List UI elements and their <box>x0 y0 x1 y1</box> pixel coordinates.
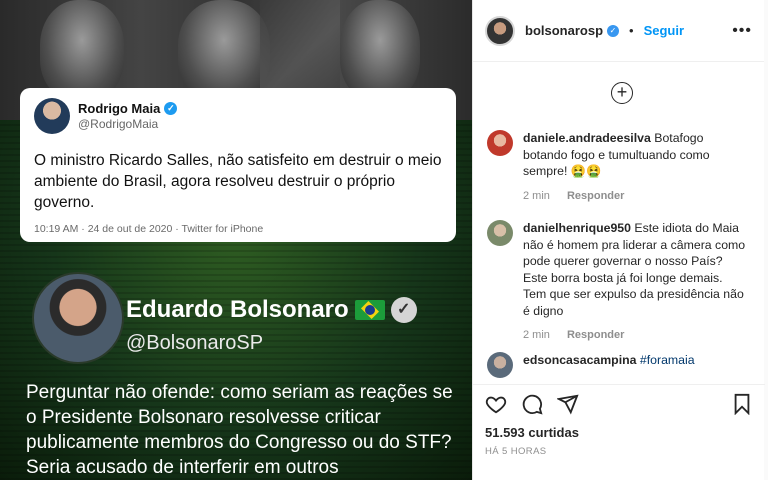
tweet-avatar <box>34 98 70 134</box>
username-link[interactable]: bolsonarosp <box>525 23 603 38</box>
more-options-icon[interactable]: ••• <box>732 22 752 40</box>
comment: daniele.andradeesilva Botafogo botando f… <box>487 130 749 202</box>
face-photo <box>178 0 270 100</box>
tweet-handle: @RodrigoMaia <box>78 117 159 131</box>
comment-time: 2 min <box>523 189 550 202</box>
second-tweet-author-name: Eduardo Bolsonaro <box>126 296 349 323</box>
tweet-text: O ministro Ricardo Salles, não satisfeit… <box>34 152 442 211</box>
tweet-author-name: Rodrigo Maia <box>78 101 161 116</box>
tweet-meta: 10:19 AM · 24 de out de 2020 · Twitter f… <box>34 223 264 235</box>
likes-count[interactable]: 51.593 curtidas <box>485 425 753 440</box>
face-photo <box>340 0 420 100</box>
load-more-comments-icon[interactable]: + <box>611 82 633 104</box>
tweet-author: Rodrigo Maia ✓ <box>78 101 178 116</box>
comment-meta: 2 min Responder <box>523 329 749 341</box>
post-timestamp[interactable]: HÁ 5 HORAS <box>485 446 753 457</box>
comment-text: Este idiota do Maia não é homem pra lide… <box>523 221 746 318</box>
post-sidebar: bolsonarosp ✓ • Seguir ••• + daniele.and… <box>472 0 765 480</box>
verified-icon: ✓ <box>390 297 417 323</box>
comment-icon[interactable] <box>521 393 543 415</box>
hashtag-link[interactable]: #foramaia <box>640 353 695 367</box>
follow-button[interactable]: Seguir <box>644 23 684 38</box>
post-image[interactable]: Rodrigo Maia ✓ @RodrigoMaia O ministro R… <box>0 0 472 480</box>
post-header: bolsonarosp ✓ • Seguir ••• <box>473 0 764 62</box>
second-tweet-text: Perguntar não ofende: como seriam as rea… <box>26 382 453 478</box>
verified-icon: ✓ <box>164 102 178 115</box>
comment-username[interactable]: danielhenrique950 <box>523 221 631 235</box>
share-icon[interactable] <box>557 393 579 415</box>
avatar[interactable] <box>485 15 515 46</box>
comment-body: danielhenrique950 Este idiota do Maia nã… <box>523 220 749 319</box>
comment: edsoncasacampina #foramaia <box>487 352 749 378</box>
heart-icon[interactable] <box>485 393 507 415</box>
bookmark-icon[interactable] <box>731 393 753 415</box>
reply-button[interactable]: Responder <box>567 190 624 202</box>
comment: danielhenrique950 Este idiota do Maia nã… <box>487 220 749 341</box>
verified-icon: ✓ <box>607 24 620 37</box>
second-tweet-author: Eduardo Bolsonaro ✓ <box>126 296 417 324</box>
comment-username[interactable]: daniele.andradeesilva <box>523 131 651 145</box>
avatar[interactable] <box>487 130 513 156</box>
comment-body: edsoncasacampina #foramaia <box>523 352 695 369</box>
action-bar <box>485 393 753 415</box>
comment-username[interactable]: edsoncasacampina <box>523 353 636 367</box>
tweet-header: Rodrigo Maia ✓ @RodrigoMaia <box>34 98 442 134</box>
avatar[interactable] <box>487 352 513 378</box>
face-photo <box>40 0 124 100</box>
tweet-card: Rodrigo Maia ✓ @RodrigoMaia O ministro R… <box>20 88 456 242</box>
comment-time: 2 min <box>523 329 550 341</box>
comment-body: daniele.andradeesilva Botafogo botando f… <box>523 130 749 180</box>
comment-meta: 2 min Responder <box>523 190 749 202</box>
reply-button[interactable]: Responder <box>567 329 624 341</box>
second-tweet-avatar <box>32 272 124 364</box>
second-tweet-handle: @BolsonaroSP <box>126 332 264 354</box>
brazil-flag-icon <box>354 300 385 320</box>
separator: • <box>629 23 634 38</box>
post-actions: 51.593 curtidas HÁ 5 HORAS <box>473 384 765 480</box>
avatar[interactable] <box>487 220 513 246</box>
